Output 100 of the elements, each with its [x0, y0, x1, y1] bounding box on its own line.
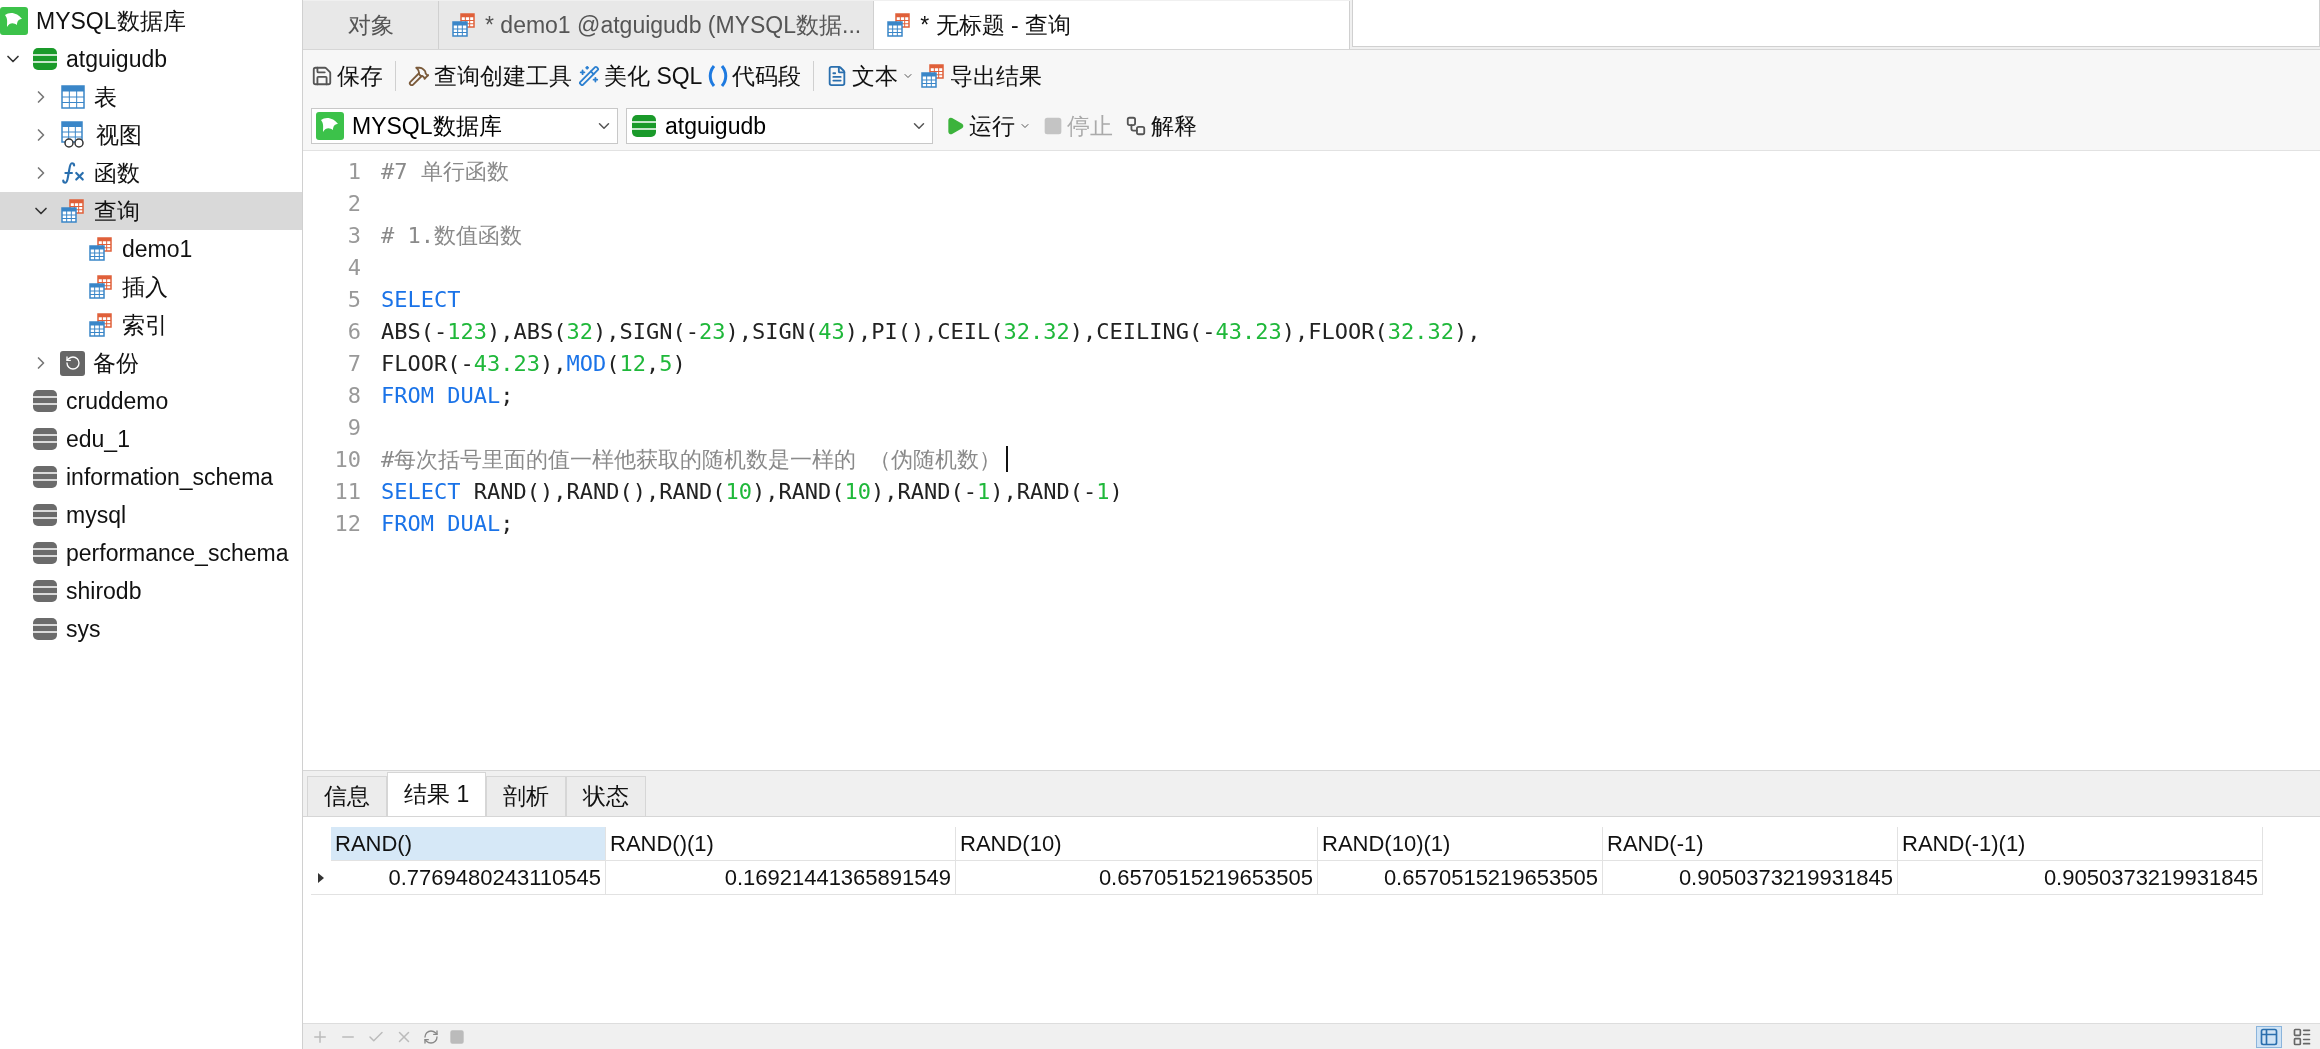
tree-item[interactable]: mysql — [0, 496, 302, 534]
tree-item[interactable]: sys — [0, 610, 302, 648]
tree-label: 备份 — [93, 348, 139, 378]
grid-view-button[interactable] — [2256, 1025, 2282, 1048]
result-tab[interactable]: 信息 — [307, 776, 387, 816]
code-line: FROM DUAL; — [381, 381, 514, 410]
tree-item[interactable]: 函数 — [0, 154, 302, 192]
query-icon — [886, 12, 913, 38]
code-line: SELECT RAND(),RAND(),RAND(10),RAND(10),RAND(-1),RAND(-1) — [381, 477, 1123, 506]
tree-label: edu_1 — [66, 424, 130, 454]
tree-label: 视图 — [96, 120, 142, 150]
action-button[interactable]: 解释 — [1125, 108, 1197, 144]
play-icon — [945, 116, 965, 136]
database-icon — [32, 463, 58, 491]
line-number: 10 — [333, 445, 362, 474]
tree-item[interactable]: 表 — [0, 78, 302, 116]
form-view-icon[interactable] — [2292, 1026, 2312, 1047]
tree-label: cruddemo — [66, 386, 169, 416]
tree-label: 表 — [94, 82, 117, 112]
database-icon — [32, 577, 58, 605]
result-tab[interactable]: 结果 1 — [387, 772, 487, 816]
query-icon — [88, 236, 114, 262]
table-cell: 0.6570515219653505 — [956, 861, 1318, 895]
code-line: SELECT — [381, 285, 461, 314]
tree-label: shirodb — [66, 576, 142, 606]
code-line: #每次括号里面的值一样他获取的随机数是一样的 （伪随机数） — [381, 445, 1002, 474]
column-header[interactable]: RAND() — [331, 827, 606, 861]
toolbar-button[interactable]: 导出结果 — [920, 58, 1043, 94]
connection-icon — [316, 112, 344, 140]
line-number: 12 — [333, 509, 362, 538]
database-select[interactable]: atguigudb — [626, 108, 933, 144]
result-tab[interactable]: 状态 — [566, 776, 647, 816]
line-number: 6 — [346, 317, 362, 346]
toolbar-button[interactable]: 文本 — [826, 58, 915, 94]
tree-item[interactable]: performance_schema — [0, 534, 302, 572]
tree-item[interactable]: atguigudb — [0, 40, 302, 78]
column-header[interactable]: RAND(10)(1) — [1318, 827, 1603, 861]
column-header[interactable]: RAND(-1) — [1603, 827, 1898, 861]
document-tab[interactable]: * 无标题 - 查询 — [874, 1, 1351, 49]
backup-icon — [60, 350, 85, 376]
query-icon — [60, 198, 86, 224]
table-cell: 0.9050373219931845 — [1603, 861, 1898, 895]
hammer-icon — [408, 65, 430, 87]
toolbar-button[interactable]: 查询创建工具 — [408, 58, 572, 94]
toolbar-button[interactable]: 代码段 — [708, 58, 802, 94]
column-header[interactable]: RAND()(1) — [606, 827, 956, 861]
tree-label: MYSQL数据库 — [36, 6, 186, 36]
tree-label: performance_schema — [66, 538, 289, 568]
tree-item[interactable]: cruddemo — [0, 382, 302, 420]
tree-item[interactable]: information_schema — [0, 458, 302, 496]
table-cell: 0.7769480243110545 — [331, 861, 606, 895]
line-number: 5 — [346, 285, 362, 314]
tree-item[interactable]: 插入 — [0, 268, 302, 306]
save-icon — [311, 65, 333, 87]
toolbar-button[interactable]: 美化 SQL — [578, 58, 703, 94]
action-button[interactable]: 运行 — [945, 108, 1031, 144]
connection-select[interactable]: MYSQL数据库 — [311, 108, 618, 144]
tree-item[interactable]: demo1 — [0, 230, 302, 268]
code-line: #7 单行函数 — [381, 157, 509, 186]
database-icon — [32, 45, 58, 73]
database-icon — [32, 615, 58, 643]
line-number: 9 — [346, 413, 362, 442]
refresh-icon[interactable] — [423, 1028, 439, 1045]
function-icon — [60, 160, 86, 186]
tree-label: atguigudb — [66, 44, 168, 74]
database-icon — [32, 425, 58, 453]
tree-item[interactable]: edu_1 — [0, 420, 302, 458]
parentheses-icon — [708, 64, 729, 88]
tree-item[interactable]: shirodb — [0, 572, 302, 610]
document-tab[interactable]: * demo1 @atguigudb (MYSQL数据... — [439, 1, 875, 49]
tree-label: information_schema — [66, 462, 274, 492]
query-icon — [88, 312, 114, 338]
tree-label: 函数 — [94, 158, 140, 188]
stop-icon — [1043, 116, 1063, 136]
tree-item[interactable]: MYSQL数据库 — [0, 2, 302, 40]
database-icon — [32, 387, 58, 415]
line-number: 1 — [346, 157, 362, 186]
column-header[interactable]: RAND(-1)(1) — [1898, 827, 2263, 861]
tree-item[interactable]: 查询 — [0, 192, 302, 230]
line-number: 11 — [333, 477, 362, 506]
code-line: FROM DUAL; — [381, 509, 514, 538]
table-cell: 0.16921441365891549 — [606, 861, 956, 895]
code-line: ABS(-123),ABS(32),SIGN(-23),SIGN(43),PI(),CEIL(32.32),CEILING(-43.23),FLOOR(32.32), — [381, 317, 1481, 346]
database-icon — [631, 112, 657, 140]
tree-label: 插入 — [122, 272, 168, 302]
database-icon — [32, 539, 58, 567]
document-tab[interactable]: 对象 — [303, 1, 439, 49]
query-icon — [451, 12, 477, 38]
line-number: 7 — [346, 349, 362, 378]
query-icon — [920, 63, 947, 89]
code-line: FLOOR(-43.23),MOD(12,5) — [381, 349, 686, 378]
tree-item[interactable]: 索引 — [0, 306, 302, 344]
tree-label: mysql — [66, 500, 127, 530]
line-number: 2 — [346, 189, 362, 218]
column-header[interactable]: RAND(10) — [956, 827, 1318, 861]
table-cell: 0.9050373219931845 — [1898, 861, 2263, 895]
result-tab[interactable]: 剖析 — [486, 776, 567, 816]
tree-item[interactable]: 视图 — [0, 116, 302, 154]
toolbar-button[interactable]: 保存 — [311, 58, 383, 94]
tree-item[interactable]: 备份 — [0, 344, 302, 382]
